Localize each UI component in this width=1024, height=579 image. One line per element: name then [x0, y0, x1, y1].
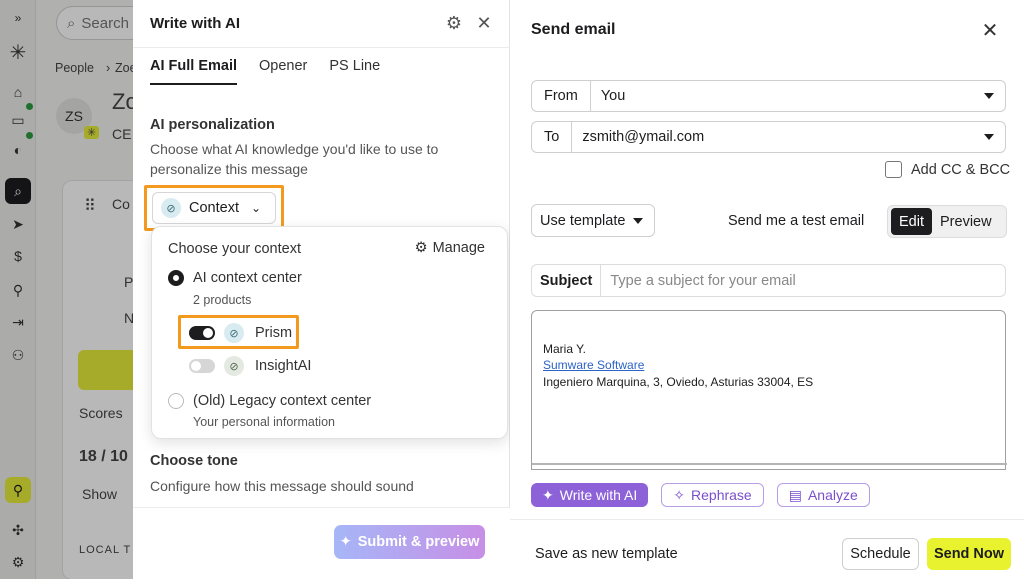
ai-tools-bar: ✦ Write with AI ✧ Rephrase ▤ Analyze — [531, 483, 870, 507]
save-as-template-link[interactable]: Save as new template — [535, 546, 678, 562]
tab-ai-full-email[interactable]: AI Full Email — [150, 58, 238, 85]
radio-ai-context-center[interactable] — [168, 270, 184, 286]
send-now-button[interactable]: Send Now — [927, 538, 1011, 570]
sparkle-icon: ✧ — [673, 486, 686, 503]
toggle-insightai[interactable] — [189, 359, 215, 373]
from-value: You — [600, 88, 626, 104]
link-icon: ⊘ — [161, 198, 181, 218]
cc-bcc-option: Add CC & BCC — [885, 161, 1010, 178]
ai-panel-title: Write with AI — [150, 15, 240, 32]
option-label: AI context center — [193, 270, 302, 286]
editor-divider — [532, 463, 1007, 465]
signature-company-link[interactable]: Sumware Software — [543, 358, 644, 372]
gear-icon: ⚙ — [414, 240, 428, 256]
tone-title: Choose tone — [150, 453, 238, 469]
from-label: From — [532, 81, 591, 111]
tone-desc: Configure how this message should sound — [150, 478, 414, 494]
cc-bcc-label: Add CC & BCC — [911, 161, 1011, 178]
analyze-button[interactable]: ▤ Analyze — [776, 483, 870, 507]
chevron-down-icon: ⌄ — [250, 201, 262, 215]
sparkle-icon: ✦ — [339, 534, 352, 550]
email-body-editor[interactable]: Maria Y. Sumware Software Ingeniero Marq… — [531, 310, 1007, 470]
close-icon[interactable]: ✕ — [978, 18, 1002, 42]
personalization-desc: Choose what AI knowledge you'd like to u… — [150, 141, 439, 177]
tab-opener[interactable]: Opener — [259, 58, 307, 85]
context-button[interactable]: ⊘ Context ⌄ — [152, 192, 276, 224]
send-test-email-link[interactable]: Send me a test email — [728, 213, 864, 229]
signature-name: Maria Y. — [543, 342, 586, 356]
write-with-ai-button[interactable]: ✦ Write with AI — [531, 483, 649, 507]
manage-button[interactable]: ⚙ Manage — [415, 240, 485, 256]
ai-tabs: AI Full Email Opener PS Line — [150, 58, 380, 85]
dropdown-header: Choose your context — [168, 241, 301, 257]
link-icon: ⊘ — [224, 356, 244, 376]
send-email-title: Send email — [531, 21, 616, 38]
option-sub: 2 products — [193, 293, 252, 307]
radio-legacy-context-center[interactable] — [168, 393, 184, 409]
to-field[interactable]: To zsmith@ymail.com — [531, 121, 1006, 153]
sparkle-person-icon: ✦ — [542, 486, 554, 503]
rephrase-button[interactable]: ✧ Rephrase — [661, 483, 764, 507]
edit-preview-toggle: Edit Preview — [887, 205, 1007, 238]
close-icon[interactable]: ✕ — [473, 12, 495, 34]
schedule-button[interactable]: Schedule — [842, 538, 919, 570]
signature-address: Ingeniero Marquina, 3, Oviedo, Asturias … — [543, 375, 814, 389]
from-field[interactable]: From You — [531, 80, 1006, 112]
to-label: To — [532, 122, 573, 152]
use-template-button[interactable]: Use template — [531, 204, 655, 237]
product-name: InsightAI — [255, 358, 312, 374]
personalization-title: AI personalization — [150, 117, 275, 133]
preview-tab[interactable]: Preview — [932, 208, 1000, 235]
subject-input[interactable] — [601, 265, 1005, 296]
to-value: zsmith@ymail.com — [582, 129, 705, 145]
tab-ps-line[interactable]: PS Line — [329, 58, 380, 85]
edit-tab[interactable]: Edit — [891, 208, 932, 235]
document-search-icon: ▤ — [788, 486, 802, 503]
cc-bcc-checkbox[interactable] — [885, 161, 902, 178]
submit-preview-button[interactable]: ✦ Submit & preview — [334, 525, 485, 559]
option-sub: Your personal information — [193, 415, 335, 429]
gear-icon[interactable]: ⚙ — [443, 12, 465, 34]
option-label: (Old) Legacy context center — [193, 393, 372, 409]
chevron-down-icon — [984, 93, 994, 99]
subject-label: Subject — [532, 265, 602, 296]
email-footer: Save as new template Schedule Send Now — [510, 519, 1024, 579]
prism-highlight — [178, 315, 299, 349]
subject-field: Subject — [531, 264, 1006, 297]
send-email-panel: Send email ✕ From You To zsmith@ymail.co… — [510, 0, 1024, 579]
ai-panel-header: Write with AI ⚙ ✕ — [133, 0, 510, 48]
chevron-down-icon — [984, 134, 994, 140]
ai-panel-footer: ✦ Submit & preview — [133, 507, 510, 579]
chevron-down-icon — [633, 217, 644, 224]
